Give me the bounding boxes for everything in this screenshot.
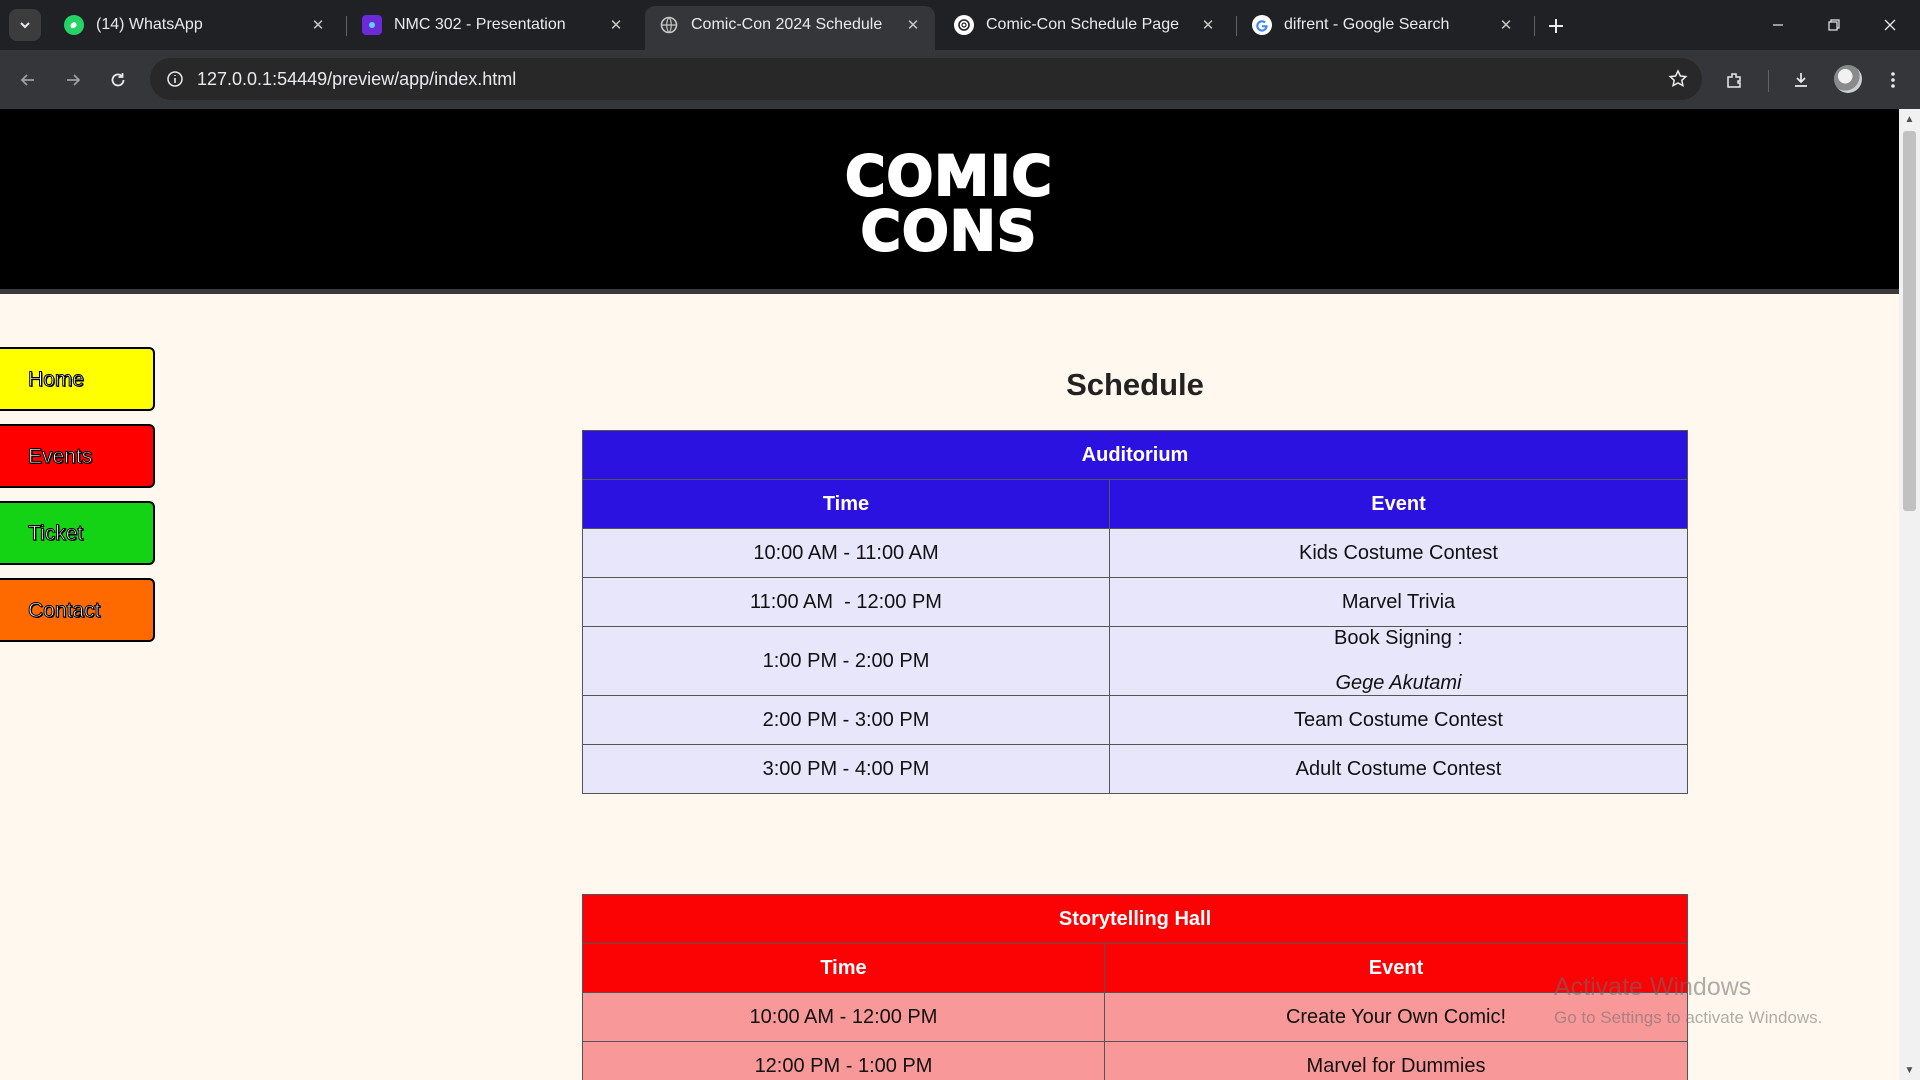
table-row: 11:00 AM - 12:00 PM Marvel Trivia bbox=[582, 577, 1688, 627]
site-info-icon[interactable] bbox=[160, 64, 190, 94]
close-icon[interactable]: ✕ bbox=[903, 15, 923, 35]
tab-whatsapp[interactable]: (14) WhatsApp ✕ bbox=[50, 6, 340, 44]
close-icon[interactable]: ✕ bbox=[606, 15, 626, 35]
tab-comic-con-schedule[interactable]: Comic-Con 2024 Schedule ✕ bbox=[645, 6, 935, 50]
profile-avatar[interactable] bbox=[1834, 65, 1862, 93]
tab-search-button[interactable] bbox=[9, 9, 41, 41]
table-row: 10:00 AM - 11:00 AM Kids Costume Contest bbox=[582, 528, 1688, 578]
arrow-left-icon bbox=[20, 74, 34, 86]
tab-title: difrent - Google Search bbox=[1284, 16, 1450, 33]
table-row: 10:00 AM - 12:00 PM Create Your Own Comi… bbox=[582, 992, 1688, 1042]
browser-toolbar: 127.0.0.1:54449/preview/app/index.html bbox=[0, 50, 1920, 109]
event-title: Book Signing : bbox=[1334, 627, 1463, 649]
event-cell: Kids Costume Contest bbox=[1109, 528, 1688, 578]
column-header-time: Time bbox=[582, 943, 1105, 993]
auditorium-heading: Auditorium bbox=[582, 430, 1688, 480]
google-icon bbox=[1252, 15, 1272, 35]
page-viewport: COMIC CONS Home Events Ticket Contact Sc… bbox=[0, 109, 1899, 1080]
new-tab-button[interactable] bbox=[1542, 12, 1570, 40]
scrollbar-thumb[interactable] bbox=[1903, 131, 1916, 511]
time-cell: 12:00 PM - 1:00 PM bbox=[582, 1041, 1105, 1080]
comic-cons-logo: COMIC CONS bbox=[846, 145, 1052, 255]
nav-contact-button[interactable]: Contact bbox=[0, 578, 155, 642]
tab-divider bbox=[346, 16, 347, 36]
tab-title: NMC 302 - Presentation bbox=[394, 16, 566, 33]
side-navigation: Home Events Ticket Contact bbox=[0, 347, 155, 655]
svg-text:CONS: CONS bbox=[861, 199, 1038, 255]
more-menu-icon[interactable] bbox=[1876, 63, 1910, 97]
column-header-time: Time bbox=[582, 479, 1110, 529]
tab-title: Comic-Con 2024 Schedule bbox=[691, 16, 883, 33]
event-cell: Marvel Trivia bbox=[1109, 577, 1688, 627]
toolbar-divider bbox=[1768, 70, 1769, 92]
restore-button[interactable] bbox=[1806, 0, 1862, 50]
back-button[interactable] bbox=[10, 62, 46, 98]
event-cell: Marvel for Dummies bbox=[1104, 1041, 1688, 1080]
time-cell: 10:00 AM - 12:00 PM bbox=[582, 992, 1105, 1042]
storytelling-hall-table: Storytelling Hall Time Event 10:00 AM - … bbox=[582, 894, 1688, 1080]
tab-strip: (14) WhatsApp ✕ NMC 302 - Presentation ✕… bbox=[0, 0, 1920, 50]
scroll-up-arrow-icon[interactable]: ▲ bbox=[1899, 111, 1920, 127]
tab-schedule-page[interactable]: Comic-Con Schedule Page ✕ bbox=[940, 6, 1230, 44]
plus-icon bbox=[1549, 19, 1563, 33]
globe-icon bbox=[659, 15, 679, 35]
auditorium-table: Auditorium Time Event 10:00 AM - 11:00 A… bbox=[582, 430, 1688, 794]
whatsapp-icon bbox=[64, 15, 84, 35]
reload-icon bbox=[111, 73, 125, 87]
tab-presentation[interactable]: NMC 302 - Presentation ✕ bbox=[348, 6, 638, 44]
event-cell: Book Signing : Gege Akutami bbox=[1109, 626, 1688, 696]
tab-divider bbox=[1236, 16, 1237, 36]
nav-ticket-button[interactable]: Ticket bbox=[0, 501, 155, 565]
event-cell: Adult Costume Contest bbox=[1109, 744, 1688, 794]
watermark-title: Activate Windows bbox=[1554, 973, 1752, 1001]
download-icon[interactable] bbox=[1784, 63, 1818, 97]
tab-title: (14) WhatsApp bbox=[96, 16, 203, 33]
table-row: 3:00 PM - 4:00 PM Adult Costume Contest bbox=[582, 744, 1688, 794]
vertical-scrollbar[interactable]: ▲ ▼ bbox=[1899, 109, 1920, 1080]
extensions-icon[interactable] bbox=[1718, 63, 1752, 97]
minimize-button[interactable] bbox=[1750, 0, 1806, 50]
column-header-event: Event bbox=[1109, 479, 1688, 529]
time-cell: 11:00 AM - 12:00 PM bbox=[582, 577, 1110, 627]
site-header: COMIC CONS bbox=[0, 109, 1899, 294]
storytelling-heading: Storytelling Hall bbox=[582, 894, 1688, 944]
table-row: 2:00 PM - 3:00 PM Team Costume Contest bbox=[582, 695, 1688, 745]
restore-icon bbox=[1828, 19, 1840, 31]
minimize-icon bbox=[1773, 24, 1783, 26]
presentation-icon bbox=[362, 15, 382, 35]
close-icon[interactable]: ✕ bbox=[1496, 15, 1516, 35]
activate-windows-watermark: Activate Windows Go to Settings to activ… bbox=[1554, 973, 1822, 1028]
bookmark-star-icon[interactable] bbox=[1664, 65, 1692, 93]
tab-title: Comic-Con Schedule Page bbox=[986, 16, 1179, 33]
chevron-down-icon bbox=[20, 22, 30, 29]
watermark-subtitle: Go to Settings to activate Windows. bbox=[1554, 1008, 1823, 1027]
openai-icon bbox=[954, 15, 974, 35]
table-row: 1:00 PM - 2:00 PM Book Signing : Gege Ak… bbox=[582, 626, 1688, 696]
tab-google-search[interactable]: difrent - Google Search ✕ bbox=[1238, 6, 1528, 44]
arrow-right-icon bbox=[67, 74, 81, 86]
close-window-button[interactable] bbox=[1862, 0, 1918, 50]
time-cell: 2:00 PM - 3:00 PM bbox=[582, 695, 1110, 745]
time-cell: 3:00 PM - 4:00 PM bbox=[582, 744, 1110, 794]
scroll-down-arrow-icon[interactable]: ▼ bbox=[1899, 1062, 1920, 1078]
time-cell: 1:00 PM - 2:00 PM bbox=[582, 626, 1110, 696]
reload-button[interactable] bbox=[100, 62, 136, 98]
event-cell: Team Costume Contest bbox=[1109, 695, 1688, 745]
nav-events-button[interactable]: Events bbox=[0, 424, 155, 488]
close-icon[interactable]: ✕ bbox=[308, 15, 328, 35]
nav-home-button[interactable]: Home bbox=[0, 347, 155, 411]
page-title: Schedule bbox=[1066, 367, 1204, 402]
tab-divider bbox=[1534, 16, 1535, 36]
guest-name: Gege Akutami bbox=[1335, 672, 1462, 694]
time-cell: 10:00 AM - 11:00 AM bbox=[582, 528, 1110, 578]
address-bar[interactable]: 127.0.0.1:54449/preview/app/index.html bbox=[150, 58, 1702, 100]
close-icon bbox=[1884, 19, 1896, 31]
table-row: 12:00 PM - 1:00 PM Marvel for Dummies bbox=[582, 1041, 1688, 1080]
url-text[interactable]: 127.0.0.1:54449/preview/app/index.html bbox=[197, 69, 516, 90]
close-icon[interactable]: ✕ bbox=[1198, 15, 1218, 35]
forward-button[interactable] bbox=[55, 62, 91, 98]
